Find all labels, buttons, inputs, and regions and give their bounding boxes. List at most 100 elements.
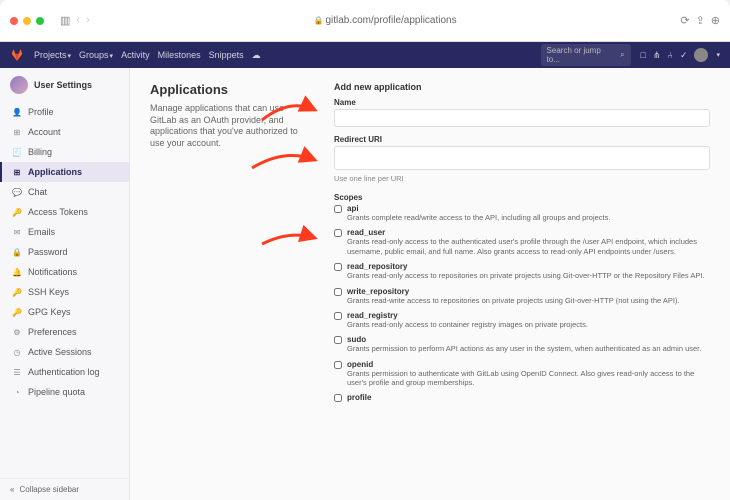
- scope-checkbox-profile[interactable]: [334, 394, 342, 402]
- scope-read_repository: read_repositoryGrants read-only access t…: [334, 262, 710, 280]
- scope-description: Grants permission to authenticate with G…: [347, 369, 710, 388]
- sidebar-item-access-tokens[interactable]: 🔑 Access Tokens: [0, 202, 129, 222]
- maximize-window[interactable]: [36, 17, 44, 25]
- sidebar-icon: ⊞: [12, 128, 22, 137]
- sidebar-icon: 💬: [12, 188, 22, 197]
- forward-icon[interactable]: ›: [86, 14, 90, 27]
- scope-checkbox-read_repository[interactable]: [334, 263, 342, 271]
- issues-icon[interactable]: ⋔: [653, 50, 661, 61]
- scope-description: Grants read-only access to repositories …: [347, 271, 710, 280]
- redirect-uri-input[interactable]: [334, 146, 710, 170]
- sidebar-item-preferences[interactable]: ⚙Preferences: [0, 322, 129, 342]
- plus-icon[interactable]: □: [641, 50, 646, 60]
- sidebar-item-profile[interactable]: 👤 Profile: [0, 102, 129, 122]
- scope-checkbox-sudo[interactable]: [334, 336, 342, 344]
- sidebar-item-applications[interactable]: ⊞Applications: [0, 162, 129, 182]
- sidebar-item-notifications[interactable]: 🔔Notifications: [0, 262, 129, 282]
- gitlab-topbar: Projects▾ Groups▾ Activity Milestones Sn…: [0, 42, 730, 68]
- scope-checkbox-api[interactable]: [334, 205, 342, 213]
- sidebar-item-label: Emails: [28, 227, 55, 237]
- scope-description: Grants permission to perform API actions…: [347, 344, 710, 353]
- name-input[interactable]: [334, 109, 710, 127]
- sidebar: User Settings 👤Profile⊞Account🧾Billing⊞A…: [0, 68, 130, 500]
- scope-checkbox-write_repository[interactable]: [334, 288, 342, 296]
- operations-icon[interactable]: ☁: [252, 50, 261, 61]
- sidebar-toggle-icon[interactable]: ▥: [60, 14, 70, 27]
- scope-write_repository: write_repositoryGrants read-write access…: [334, 287, 710, 305]
- scope-openid: openidGrants permission to authenticate …: [334, 360, 710, 388]
- scope-sudo: sudoGrants permission to perform API act…: [334, 335, 710, 353]
- scope-name: write_repository: [347, 287, 710, 296]
- close-window[interactable]: [10, 17, 18, 25]
- menu-activity[interactable]: Activity: [121, 50, 150, 60]
- scope-name: read_repository: [347, 262, 710, 271]
- user-avatar-small: [10, 76, 28, 94]
- scope-name: api: [347, 204, 710, 213]
- sidebar-icon: 👤: [12, 108, 22, 117]
- collapse-sidebar[interactable]: « Collapse sidebar: [0, 478, 129, 500]
- sidebar-item-ssh-keys[interactable]: 🔑SSH Keys: [0, 282, 129, 302]
- back-icon[interactable]: ‹: [76, 14, 80, 27]
- reload-icon[interactable]: ⟳: [680, 14, 689, 27]
- gitlab-logo-icon[interactable]: [10, 48, 24, 62]
- scope-checkbox-read_registry[interactable]: [334, 312, 342, 320]
- sidebar-item-account[interactable]: ⊞Account: [0, 122, 129, 142]
- sidebar-item-label: Chat: [28, 187, 47, 197]
- sidebar-icon: 🔑: [12, 208, 22, 217]
- merge-requests-icon[interactable]: ⑃: [668, 50, 673, 60]
- user-avatar[interactable]: [694, 48, 708, 62]
- sidebar-item-pipeline-quota[interactable]: ◔ Pipeline quota: [0, 382, 129, 402]
- sidebar-icon: 🧾: [12, 148, 22, 157]
- sidebar-item-active-sessions[interactable]: ◷Active Sessions: [0, 342, 129, 362]
- lock-icon: 🔒: [313, 16, 323, 25]
- scope-name: read_registry: [347, 311, 710, 320]
- menu-milestones[interactable]: Milestones: [158, 50, 201, 60]
- sidebar-icon: ◔: [12, 388, 22, 397]
- scope-read_user: read_userGrants read-only access to the …: [334, 228, 710, 256]
- sidebar-item-label: Active Sessions: [28, 347, 92, 357]
- scope-read_registry: read_registryGrants read-only access to …: [334, 311, 710, 329]
- address-bar[interactable]: 🔒gitlab.com/profile/applications: [98, 15, 673, 26]
- menu-projects[interactable]: Projects▾: [34, 50, 71, 60]
- sidebar-item-label: Password: [28, 247, 68, 257]
- sidebar-item-label: Authentication log: [28, 367, 100, 377]
- sidebar-item-label: Notifications: [28, 267, 77, 277]
- main-content: Applications Manage applications that ca…: [130, 68, 730, 500]
- sidebar-item-emails[interactable]: ✉Emails: [0, 222, 129, 242]
- sidebar-item-label: Access Tokens: [28, 207, 88, 217]
- sidebar-item-label: Pipeline quota: [28, 387, 85, 397]
- scope-description: Grants complete read/write access to the…: [347, 213, 710, 222]
- name-label: Name: [334, 98, 710, 107]
- sidebar-item-authentication-log[interactable]: ☰ Authentication log: [0, 362, 129, 382]
- sidebar-item-billing[interactable]: 🧾Billing: [0, 142, 129, 162]
- tabs-icon[interactable]: ⊕: [711, 14, 720, 27]
- todos-icon[interactable]: ✓: [680, 50, 688, 61]
- scope-checkbox-read_user[interactable]: [334, 229, 342, 237]
- menu-snippets[interactable]: Snippets: [209, 50, 244, 60]
- scope-name: openid: [347, 360, 710, 369]
- scope-checkbox-openid[interactable]: [334, 361, 342, 369]
- scope-name: sudo: [347, 335, 710, 344]
- sidebar-icon: ☰: [12, 368, 22, 377]
- search-icon: ⌕: [620, 50, 624, 60]
- sidebar-title: User Settings: [34, 80, 92, 90]
- page-description: Manage applications that can use GitLab …: [150, 103, 310, 150]
- browser-nav: ▥ ‹ ›: [60, 14, 90, 27]
- sidebar-icon: 🔑: [12, 288, 22, 297]
- menu-groups[interactable]: Groups▾: [79, 50, 113, 60]
- form-title: Add new application: [334, 82, 710, 92]
- collapse-icon: «: [10, 485, 14, 494]
- chevron-down-icon: ▾: [68, 53, 72, 60]
- sidebar-item-label: Profile: [28, 107, 54, 117]
- search-input[interactable]: Search or jump to... ⌕: [541, 44, 631, 66]
- sidebar-item-gpg-keys[interactable]: 🔑GPG Keys: [0, 302, 129, 322]
- scope-api: apiGrants complete read/write access to …: [334, 204, 710, 222]
- sidebar-item-chat[interactable]: 💬 Chat: [0, 182, 129, 202]
- scope-description: Grants read-only access to container reg…: [347, 320, 710, 329]
- topbar-menu: Projects▾ Groups▾ Activity Milestones Sn…: [34, 50, 261, 61]
- sidebar-item-label: GPG Keys: [28, 307, 71, 317]
- scope-name: read_user: [347, 228, 710, 237]
- sidebar-item-password[interactable]: 🔒Password: [0, 242, 129, 262]
- share-icon[interactable]: ⇪: [696, 14, 705, 27]
- minimize-window[interactable]: [23, 17, 31, 25]
